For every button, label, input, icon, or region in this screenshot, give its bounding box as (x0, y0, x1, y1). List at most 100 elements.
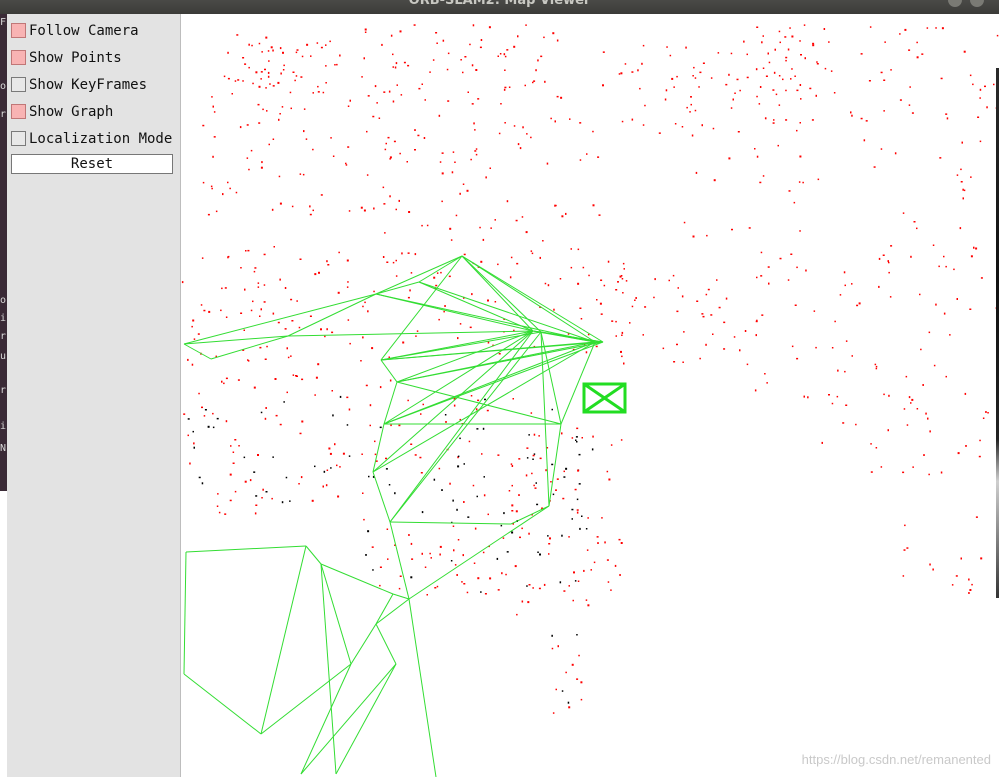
map-point (472, 484, 475, 487)
map-point (904, 524, 906, 527)
map-point (578, 483, 581, 485)
map-point (785, 56, 788, 59)
map-point (436, 42, 438, 44)
map-point (631, 118, 634, 121)
show-keyframes-checkbox[interactable] (11, 77, 26, 92)
map-point (376, 102, 378, 104)
map-point (243, 329, 245, 331)
map-point (791, 68, 793, 70)
map-point (614, 564, 617, 567)
map-point (756, 155, 759, 158)
map-canvas[interactable] (181, 14, 999, 777)
map-point (908, 49, 911, 51)
show-points-toggle[interactable]: Show Points (11, 48, 179, 68)
graph-edge (389, 331, 542, 523)
map-point (235, 191, 238, 194)
map-point (212, 426, 215, 429)
map-point (723, 321, 726, 324)
map-point (565, 671, 567, 674)
map-point (389, 156, 392, 159)
map-point (938, 265, 940, 268)
map-point (807, 396, 809, 399)
map-point (345, 162, 347, 165)
localization-mode-toggle[interactable]: Localization Mode (11, 129, 179, 149)
map-point (453, 404, 456, 407)
window-titlebar[interactable]: ORB-SLAM2: Map Viewer (0, 0, 999, 14)
map-point (817, 178, 820, 181)
map-point (809, 87, 812, 90)
map-point (756, 26, 759, 28)
map-point (471, 293, 473, 296)
map-point (790, 78, 792, 80)
map-point (289, 91, 292, 94)
follow-camera-toggle[interactable]: Follow Camera (11, 21, 179, 41)
map-point (803, 24, 806, 26)
map-point (426, 594, 428, 596)
map-point (674, 123, 677, 125)
map-point (439, 161, 442, 163)
map-point (961, 141, 963, 144)
map-point (272, 49, 274, 52)
map-point (254, 267, 257, 269)
map-point (336, 63, 338, 66)
map-point (262, 108, 264, 111)
map-point (280, 72, 282, 75)
map-point (291, 320, 294, 322)
map-point (984, 85, 986, 88)
map-point (532, 587, 534, 589)
localization-mode-checkbox[interactable] (11, 131, 26, 146)
map-point (941, 27, 944, 30)
map-point (949, 334, 951, 336)
map-point (621, 278, 624, 280)
map-point (851, 283, 853, 285)
map-point (193, 338, 196, 340)
map-point (598, 214, 601, 216)
map-point (337, 495, 340, 498)
graph-edge (375, 598, 410, 625)
map-point (395, 208, 397, 211)
map-point (970, 176, 972, 178)
map-point (338, 251, 340, 254)
map-point (903, 549, 906, 551)
show-keyframes-toggle[interactable]: Show KeyFrames (11, 75, 179, 95)
map-point (234, 490, 237, 493)
map-point (269, 83, 271, 85)
terminal-char: r (0, 385, 7, 396)
map-point (779, 257, 782, 260)
map-point (920, 348, 922, 351)
show-graph-toggle[interactable]: Show Graph (11, 102, 179, 122)
map-point (451, 171, 454, 174)
map-point (363, 57, 365, 60)
map-point (596, 536, 599, 538)
map-point (487, 341, 490, 344)
map-point (539, 553, 541, 556)
map-point (773, 71, 776, 74)
map-point (604, 541, 606, 544)
map-viewport[interactable] (181, 14, 999, 777)
map-point (395, 259, 397, 262)
map-point (903, 408, 906, 410)
follow-camera-checkbox[interactable] (11, 23, 26, 38)
show-points-checkbox[interactable] (11, 50, 26, 65)
map-point (447, 52, 450, 55)
map-point (369, 404, 372, 407)
map-point (537, 551, 539, 553)
map-point (421, 511, 424, 514)
map-point (574, 488, 577, 491)
map-point (868, 80, 871, 82)
map-point (515, 510, 518, 513)
map-point (277, 81, 280, 84)
map-point (332, 155, 335, 157)
map-point (480, 260, 483, 263)
map-point (956, 174, 959, 176)
map-point (540, 55, 543, 58)
graph-edge (380, 331, 542, 361)
map-point (621, 334, 623, 336)
map-point (490, 227, 492, 229)
map-point (798, 181, 801, 183)
graph-edge (389, 521, 512, 525)
reset-button[interactable]: Reset (11, 154, 173, 174)
map-point (281, 501, 284, 504)
map-point (979, 140, 982, 143)
show-graph-checkbox[interactable] (11, 104, 26, 119)
